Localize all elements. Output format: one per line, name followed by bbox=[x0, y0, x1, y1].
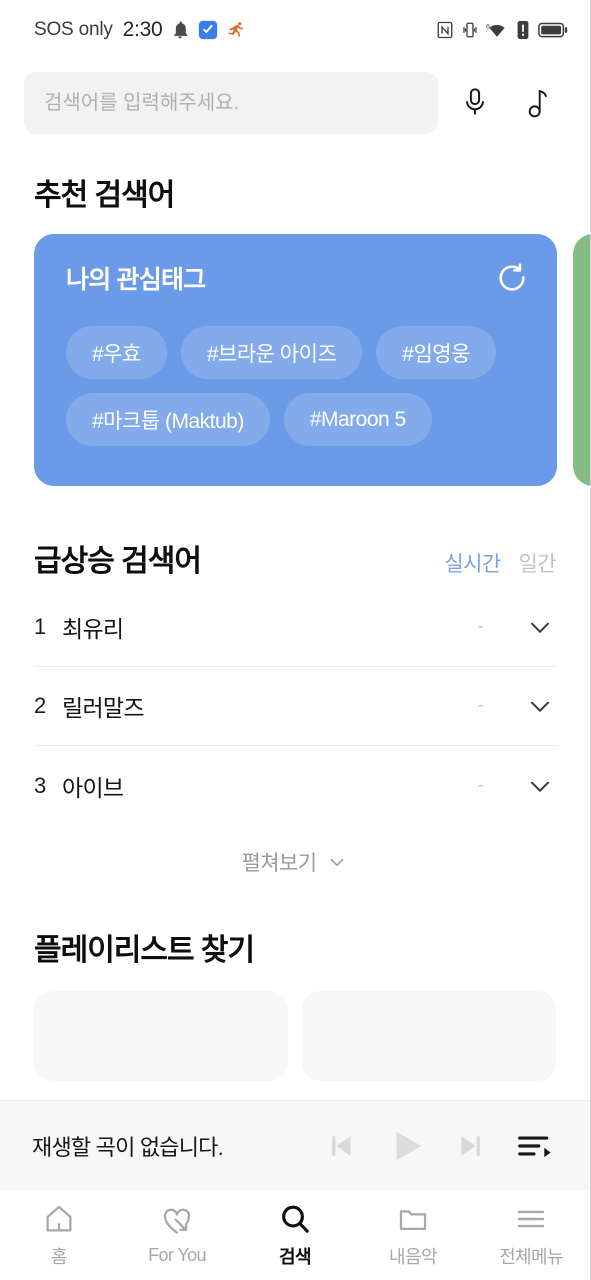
playlist-card[interactable] bbox=[302, 991, 556, 1081]
suggested-section-header: 추천 검색어 bbox=[0, 170, 590, 214]
now-playing-label: 재생할 곡이 없습니다. bbox=[32, 1134, 224, 1160]
chevron-down-icon[interactable] bbox=[524, 770, 556, 802]
next-suggested-card[interactable] bbox=[573, 234, 590, 486]
skip-next-icon[interactable] bbox=[440, 1116, 500, 1176]
search-icon bbox=[278, 1202, 312, 1236]
rank-change: - bbox=[477, 774, 484, 796]
rank-keyword[interactable]: 최유리 bbox=[62, 610, 478, 644]
wifi6-icon: 6 bbox=[486, 21, 508, 39]
tag-chip[interactable]: #임영웅 bbox=[376, 326, 496, 379]
tag-chip[interactable]: #Maroon 5 bbox=[283, 393, 432, 446]
heart-arrow-icon bbox=[160, 1204, 194, 1238]
tag-chip[interactable]: #마크툽 (Maktub) bbox=[66, 393, 270, 446]
trending-list: 1 최유리 - 2 릴러말즈 - 3 아이브 - bbox=[0, 588, 590, 825]
chevron-down-icon bbox=[326, 851, 348, 873]
music-note-icon[interactable] bbox=[512, 72, 566, 134]
microphone-icon[interactable] bbox=[448, 72, 502, 134]
app-screen: SOS only 2:30 6 검색어를 입력해주세요. 추천 검색어 나의 관… bbox=[0, 0, 591, 1280]
app-badge-icon bbox=[198, 20, 218, 40]
nav-item-my-music[interactable]: 내음악 bbox=[354, 1202, 472, 1269]
rank-keyword[interactable]: 릴러말즈 bbox=[62, 689, 478, 723]
clock: 2:30 bbox=[122, 18, 163, 41]
hamburger-menu-icon bbox=[514, 1202, 548, 1236]
table-row[interactable]: 1 최유리 - bbox=[34, 588, 556, 667]
rank-keyword[interactable]: 아이브 bbox=[62, 769, 478, 803]
chevron-down-icon[interactable] bbox=[524, 611, 556, 643]
interest-tag-card-header: 나의 관심태그 bbox=[66, 260, 529, 296]
chevron-down-icon[interactable] bbox=[524, 690, 556, 722]
playlist-card[interactable] bbox=[34, 991, 288, 1081]
playlist-heading: 플레이리스트 찾기 bbox=[34, 934, 255, 967]
nav-label-search: 검색 bbox=[279, 1246, 312, 1267]
table-row[interactable]: 2 릴러말즈 - bbox=[34, 667, 556, 746]
svg-text:6: 6 bbox=[486, 23, 490, 30]
trending-heading: 급상승 검색어 bbox=[34, 545, 202, 578]
playlist-queue-icon[interactable] bbox=[504, 1116, 564, 1176]
expand-list-label: 펼쳐보기 bbox=[241, 852, 317, 875]
alert-icon bbox=[515, 21, 531, 39]
mini-player: 재생할 곡이 없습니다. bbox=[0, 1100, 590, 1190]
tag-chip[interactable]: #우효 bbox=[66, 326, 167, 379]
nav-label-home: 홈 bbox=[51, 1246, 68, 1267]
battery-icon bbox=[538, 21, 568, 39]
rank-number: 2 bbox=[34, 693, 47, 718]
status-bar: SOS only 2:30 6 bbox=[0, 0, 590, 60]
status-bar-right: 6 bbox=[436, 21, 568, 39]
bell-icon bbox=[170, 20, 190, 40]
nav-label-for-you: For You bbox=[148, 1245, 206, 1265]
expand-list-button[interactable]: 펼쳐보기 bbox=[0, 825, 590, 899]
playlist-section-header: 플레이리스트 찾기 bbox=[0, 899, 590, 969]
interest-tag-card[interactable]: 나의 관심태그 #우효 #브라운 아이즈 #임영웅 #마크툽 (Maktub) … bbox=[34, 234, 557, 486]
trending-section-header: 급상승 검색어 실시간 일간 bbox=[0, 536, 590, 580]
search-row bbox=[0, 60, 590, 146]
suggested-cards-carousel[interactable]: 나의 관심태그 #우효 #브라운 아이즈 #임영웅 #마크툽 (Maktub) … bbox=[0, 234, 590, 486]
interest-tag-chip-list: #우효 #브라운 아이즈 #임영웅 #마크툽 (Maktub) #Maroon … bbox=[66, 326, 529, 446]
search-input[interactable] bbox=[44, 91, 418, 115]
tab-realtime[interactable]: 실시간 bbox=[444, 548, 501, 578]
search-box[interactable] bbox=[24, 72, 438, 134]
playlist-card-row bbox=[0, 969, 590, 1081]
rank-change: - bbox=[477, 616, 484, 637]
nav-item-all-menu[interactable]: 전체메뉴 bbox=[472, 1202, 590, 1269]
nav-item-for-you[interactable]: For You bbox=[118, 1204, 236, 1266]
bottom-navigation: 홈 For You 검색 내음악 전체메뉴 bbox=[0, 1190, 590, 1280]
trending-tabs: 실시간 일간 bbox=[444, 548, 556, 578]
home-icon bbox=[42, 1202, 76, 1236]
running-person-icon bbox=[226, 20, 246, 40]
skip-previous-icon[interactable] bbox=[312, 1116, 372, 1176]
table-row[interactable]: 3 아이브 - bbox=[34, 746, 556, 825]
nav-label-all-menu: 전체메뉴 bbox=[499, 1246, 563, 1267]
nav-item-home[interactable]: 홈 bbox=[0, 1202, 118, 1269]
tab-daily[interactable]: 일간 bbox=[519, 548, 557, 578]
status-bar-left: SOS only 2:30 bbox=[34, 18, 246, 42]
folder-icon bbox=[396, 1202, 430, 1236]
nfc-icon bbox=[436, 21, 454, 39]
vibrate-icon bbox=[461, 21, 479, 39]
rank-number: 1 bbox=[34, 614, 47, 639]
interest-tag-card-title: 나의 관심태그 bbox=[66, 266, 206, 294]
rank-number: 3 bbox=[34, 772, 47, 798]
tag-chip[interactable]: #브라운 아이즈 bbox=[180, 326, 363, 379]
nav-item-search[interactable]: 검색 bbox=[236, 1202, 354, 1269]
carrier-label: SOS only bbox=[34, 19, 113, 40]
suggested-heading: 추천 검색어 bbox=[34, 179, 175, 212]
play-icon[interactable] bbox=[376, 1116, 436, 1176]
refresh-icon[interactable] bbox=[495, 261, 529, 295]
nav-label-my-music: 내음악 bbox=[389, 1246, 437, 1267]
rank-change: - bbox=[477, 695, 484, 716]
